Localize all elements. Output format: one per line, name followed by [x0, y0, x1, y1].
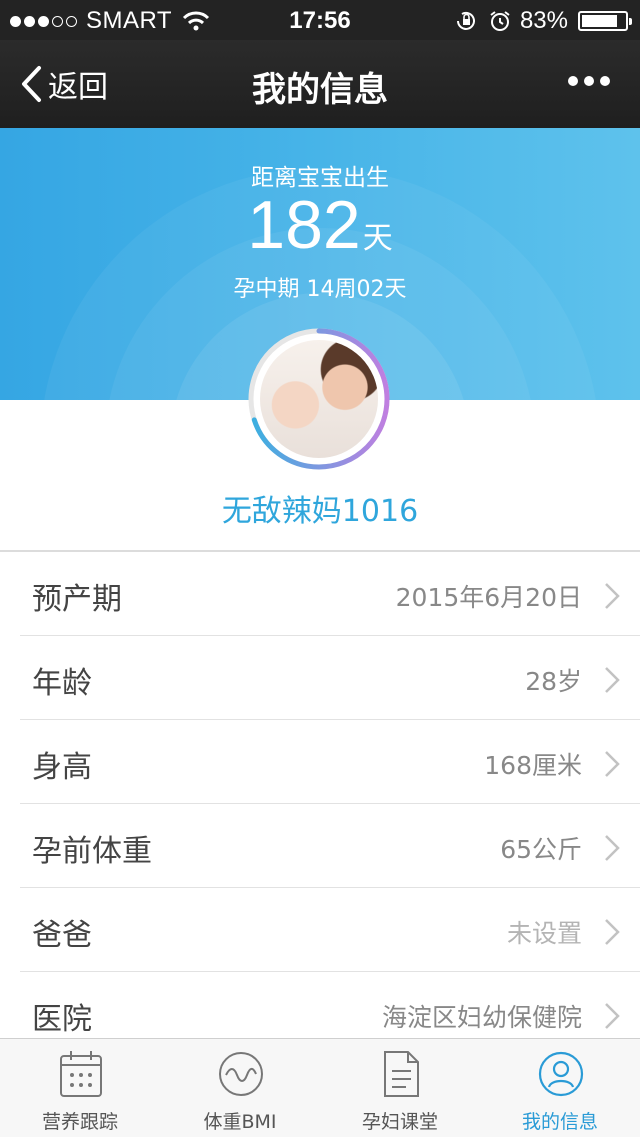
alarm-icon — [490, 11, 510, 31]
row-label: 爸爸 — [32, 918, 92, 953]
nav-bar: 返回 我的信息 — [0, 40, 640, 128]
info-row-age[interactable]: 年龄 28岁 — [0, 636, 640, 720]
avatar-with-progress[interactable] — [244, 324, 394, 474]
wave-icon — [219, 1052, 263, 1096]
tab-weight-bmi[interactable]: 体重BMI — [160, 1039, 320, 1137]
countdown-value: 182天 — [0, 186, 640, 264]
countdown-unit: 天 — [362, 222, 393, 255]
calendar-icon — [60, 1051, 102, 1097]
countdown-days: 182 — [247, 187, 361, 263]
more-dot-icon — [584, 76, 594, 86]
tab-bar: 营养跟踪 体重BMI 孕妇课堂 我的信息 — [0, 1038, 640, 1137]
tab-label: 我的信息 — [521, 1111, 598, 1133]
row-value: 2015年6月20日 — [395, 583, 582, 612]
row-label: 年龄 — [32, 666, 92, 701]
pregnancy-phase: 孕中期 14周02天 — [233, 277, 407, 302]
more-dot-icon — [568, 76, 578, 86]
row-value: 28岁 — [525, 667, 582, 696]
avatar — [260, 340, 378, 458]
row-label: 孕前体重 — [32, 834, 152, 869]
tab-label: 营养跟踪 — [41, 1111, 118, 1133]
user-icon — [538, 1051, 584, 1097]
username: 无敌辣妈1016 — [221, 494, 419, 529]
info-row-pre-pregnancy-weight[interactable]: 孕前体重 65公斤 — [0, 804, 640, 888]
info-row-father[interactable]: 爸爸 未设置 — [0, 888, 640, 972]
chevron-right-icon — [605, 751, 620, 777]
chevron-right-icon — [605, 919, 620, 945]
tab-nutrition-tracking[interactable]: 营养跟踪 — [0, 1039, 160, 1137]
more-button[interactable] — [562, 76, 610, 86]
row-label: 医院 — [32, 1002, 92, 1037]
chevron-right-icon — [605, 667, 620, 693]
page-title: 我的信息 — [252, 70, 388, 110]
document-icon — [384, 1051, 419, 1097]
tab-label: 孕妇课堂 — [361, 1111, 438, 1133]
tab-label: 体重BMI — [203, 1111, 277, 1133]
row-label: 预产期 — [32, 582, 122, 617]
chevron-right-icon — [605, 583, 620, 609]
info-row-height[interactable]: 身高 168厘米 — [0, 720, 640, 804]
tab-my-info[interactable]: 我的信息 — [480, 1039, 640, 1137]
tab-pregnancy-class[interactable]: 孕妇课堂 — [320, 1039, 480, 1137]
chevron-right-icon — [605, 835, 620, 861]
status-right: 83% — [454, 7, 632, 35]
battery-level-fill — [582, 15, 617, 27]
more-dot-icon — [600, 76, 610, 86]
info-list: 预产期 2015年6月20日 年龄 28岁 身高 168厘米 孕前体重 65公斤… — [0, 552, 640, 1056]
rotation-lock-icon — [456, 11, 475, 30]
battery-icon — [578, 11, 632, 31]
row-value: 未设置 — [506, 919, 582, 948]
battery-percent: 83% — [519, 7, 568, 34]
row-value: 海淀区妇幼保健院 — [381, 1003, 582, 1032]
status-bar: SMART 17:56 83% — [0, 0, 640, 40]
row-value: 168厘米 — [484, 751, 582, 780]
row-value: 65公斤 — [500, 835, 582, 864]
row-label: 身高 — [32, 750, 92, 785]
chevron-right-icon — [605, 1003, 620, 1029]
info-row-due-date[interactable]: 预产期 2015年6月20日 — [0, 552, 640, 636]
